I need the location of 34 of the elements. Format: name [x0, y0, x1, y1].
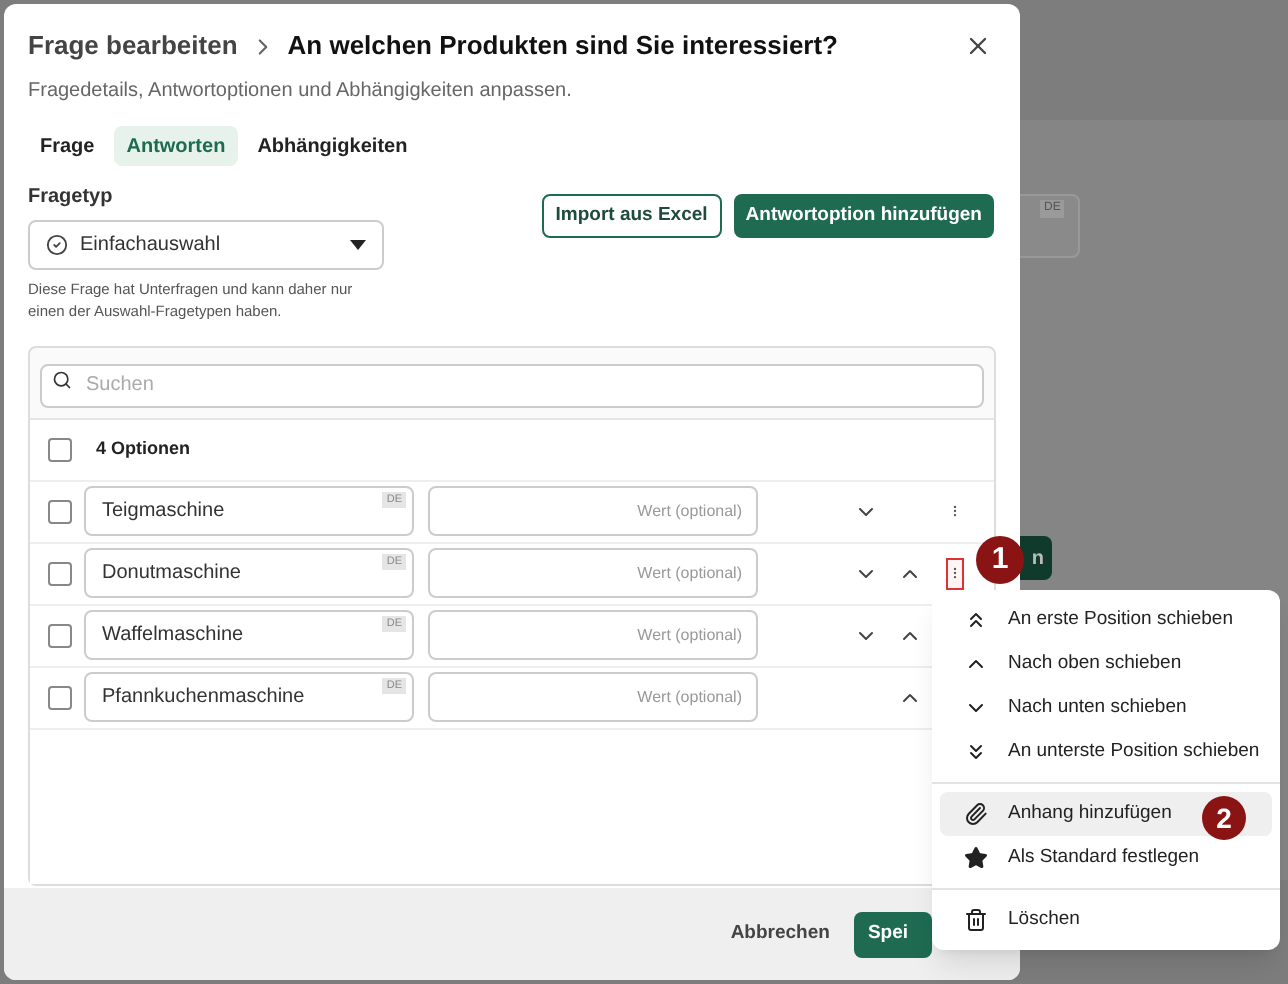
- search-field[interactable]: Suchen: [40, 363, 984, 407]
- checkbox[interactable]: [48, 499, 72, 523]
- tab[interactable]: Frage: [28, 126, 107, 166]
- paperclip-icon: [964, 802, 988, 826]
- menu-item[interactable]: An erste Position schieben: [940, 598, 1272, 642]
- dialog-subtitle: Fragedetails, Antwortoptionen und Abhängigkeiten anpassen.: [28, 78, 574, 106]
- dialog-title: An welchen Produkten sind Sie interessiert?: [287, 28, 838, 65]
- menu-item[interactable]: An unterste Position schieben: [940, 730, 1272, 774]
- tab[interactable]: Antworten: [114, 126, 238, 166]
- save-button[interactable]: Spei: [853, 911, 932, 957]
- checkbox[interactable]: [48, 623, 72, 647]
- menu-item[interactable]: Als Standard festlegen: [940, 836, 1272, 880]
- menu-item[interactable]: Löschen: [940, 898, 1272, 942]
- checkbox[interactable]: [48, 561, 72, 585]
- option-count: 4 Optionen: [96, 435, 190, 462]
- question-type-select[interactable]: Einfachauswahl: [28, 220, 384, 270]
- caret-icon: [350, 240, 366, 250]
- breadcrumb-link[interactable]: Frage bearbeiten: [28, 26, 238, 66]
- double-chevron-down-icon: [964, 740, 988, 764]
- field-label: Fragetyp: [28, 184, 115, 212]
- add-option-button[interactable]: Antwortoption hinzufügen: [733, 194, 994, 238]
- menu-item[interactable]: Nach unten schieben: [940, 686, 1272, 730]
- cancel-button[interactable]: Abbrechen: [730, 919, 830, 949]
- star-icon: [964, 846, 988, 870]
- check-circle-icon: [46, 234, 68, 256]
- double-chevron-up-icon: [964, 608, 988, 632]
- checkbox[interactable]: [48, 437, 72, 461]
- checkbox[interactable]: [48, 685, 72, 709]
- import-button[interactable]: Import aus Excel: [541, 194, 722, 238]
- trash-icon: [964, 908, 988, 932]
- menu-item[interactable]: Nach oben schieben: [940, 642, 1272, 686]
- tab[interactable]: Abhängigkeiten: [245, 126, 420, 166]
- close-button[interactable]: [964, 32, 992, 60]
- search-icon: [52, 370, 72, 390]
